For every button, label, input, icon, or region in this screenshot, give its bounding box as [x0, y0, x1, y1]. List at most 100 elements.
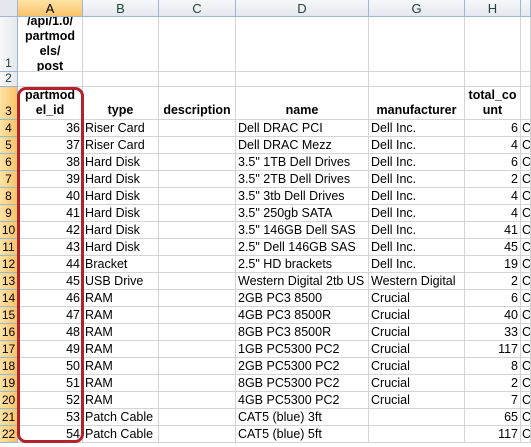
- row-header-16[interactable]: 16: [0, 324, 18, 341]
- cell-next-column[interactable]: C: [521, 222, 531, 239]
- cell-type[interactable]: Patch Cable: [83, 409, 159, 426]
- row-header-21[interactable]: 21: [0, 409, 18, 426]
- cell-manufacturer[interactable]: Crucial: [369, 375, 465, 392]
- cell-manufacturer[interactable]: Dell Inc.: [369, 154, 465, 171]
- cell-total-count[interactable]: 4: [465, 205, 521, 222]
- cell-type[interactable]: Hard Disk: [83, 222, 159, 239]
- cell-next-column[interactable]: C: [521, 324, 531, 341]
- cell-description[interactable]: [159, 273, 236, 290]
- cell-name[interactable]: 2GB PC5300 PC2: [236, 358, 369, 375]
- cell-next-column[interactable]: C: [521, 273, 531, 290]
- cell-partmodel-id[interactable]: 42: [18, 222, 83, 239]
- row-header-5[interactable]: 5: [0, 137, 18, 154]
- cell-total-count[interactable]: 33: [465, 324, 521, 341]
- row-header-2[interactable]: 2: [0, 71, 18, 87]
- column-header-g[interactable]: G: [369, 0, 465, 17]
- cell-partmodel-id[interactable]: 48: [18, 324, 83, 341]
- cell-name[interactable]: 3.5" 3tb Dell Drives: [236, 188, 369, 205]
- empty-cell[interactable]: [83, 17, 159, 72]
- cell-total-count[interactable]: 4: [465, 188, 521, 205]
- cell-manufacturer[interactable]: Dell Inc.: [369, 188, 465, 205]
- cell-name[interactable]: Dell DRAC PCI: [236, 120, 369, 137]
- cell-total-count[interactable]: 45: [465, 239, 521, 256]
- cell-name[interactable]: Dell DRAC Mezz: [236, 137, 369, 154]
- row-header-18[interactable]: 18: [0, 358, 18, 375]
- cell-type[interactable]: Hard Disk: [83, 239, 159, 256]
- row-header-13[interactable]: 13: [0, 273, 18, 290]
- cell-total-count[interactable]: 6: [465, 290, 521, 307]
- cell-type[interactable]: RAM: [83, 375, 159, 392]
- cell-description[interactable]: [159, 409, 236, 426]
- cell-total-count[interactable]: 6: [465, 120, 521, 137]
- cell-total-count[interactable]: 6: [465, 154, 521, 171]
- cell-description[interactable]: [159, 205, 236, 222]
- empty-cell[interactable]: [521, 17, 531, 72]
- cell-name[interactable]: 4GB PC3 8500R: [236, 307, 369, 324]
- column-header-h[interactable]: H: [465, 0, 521, 17]
- empty-cell[interactable]: [83, 72, 159, 87]
- cell-description[interactable]: [159, 324, 236, 341]
- cell-a1[interactable]: /api/1.0/partmod els/post: [18, 17, 83, 72]
- header-cell-c[interactable]: description: [159, 87, 236, 120]
- cell-name[interactable]: CAT5 (blue) 3ft: [236, 409, 369, 426]
- empty-cell[interactable]: [369, 72, 465, 87]
- cell-description[interactable]: [159, 341, 236, 358]
- cell-partmodel-id[interactable]: 53: [18, 409, 83, 426]
- cell-description[interactable]: [159, 426, 236, 443]
- cell-next-column[interactable]: C: [521, 120, 531, 137]
- cell-type[interactable]: RAM: [83, 341, 159, 358]
- cell-manufacturer[interactable]: Dell Inc.: [369, 222, 465, 239]
- cell-total-count[interactable]: 7: [465, 392, 521, 409]
- cell-total-count[interactable]: 40: [465, 307, 521, 324]
- cell-manufacturer[interactable]: [369, 409, 465, 426]
- cell-description[interactable]: [159, 307, 236, 324]
- row-header-14[interactable]: 14: [0, 290, 18, 307]
- cell-type[interactable]: RAM: [83, 290, 159, 307]
- cell-name[interactable]: 2.5" Dell 146GB SAS: [236, 239, 369, 256]
- cell-partmodel-id[interactable]: 41: [18, 205, 83, 222]
- cell-partmodel-id[interactable]: 39: [18, 171, 83, 188]
- cell-next-column[interactable]: C: [521, 188, 531, 205]
- cell-name[interactable]: CAT5 (blue) 5ft: [236, 426, 369, 443]
- cell-type[interactable]: RAM: [83, 307, 159, 324]
- cell-manufacturer[interactable]: Crucial: [369, 290, 465, 307]
- cell-partmodel-id[interactable]: 50: [18, 358, 83, 375]
- cell-partmodel-id[interactable]: 43: [18, 239, 83, 256]
- cell-manufacturer[interactable]: Crucial: [369, 341, 465, 358]
- cell-type[interactable]: Hard Disk: [83, 205, 159, 222]
- cell-description[interactable]: [159, 239, 236, 256]
- cell-partmodel-id[interactable]: 51: [18, 375, 83, 392]
- row-header-22[interactable]: 22: [0, 426, 18, 443]
- empty-cell[interactable]: [159, 17, 236, 72]
- header-cell-d[interactable]: name: [236, 87, 369, 120]
- cell-partmodel-id[interactable]: 36: [18, 120, 83, 137]
- cell-manufacturer[interactable]: Western Digital: [369, 273, 465, 290]
- cell-total-count[interactable]: 19: [465, 256, 521, 273]
- cell-partmodel-id[interactable]: 52: [18, 392, 83, 409]
- cell-total-count[interactable]: 65: [465, 409, 521, 426]
- cell-manufacturer[interactable]: Crucial: [369, 392, 465, 409]
- cell-description[interactable]: [159, 375, 236, 392]
- cell-next-column[interactable]: C: [521, 154, 531, 171]
- cell-next-column[interactable]: C: [521, 426, 531, 443]
- cell-name[interactable]: 3.5" 1TB Dell Drives: [236, 154, 369, 171]
- row-header-4[interactable]: 4: [0, 120, 18, 137]
- column-header-d[interactable]: D: [236, 0, 369, 17]
- cell-description[interactable]: [159, 256, 236, 273]
- cell-type[interactable]: RAM: [83, 392, 159, 409]
- cell-type[interactable]: USB Drive: [83, 273, 159, 290]
- cell-description[interactable]: [159, 120, 236, 137]
- cell-next-column[interactable]: C: [521, 239, 531, 256]
- cell-total-count[interactable]: 8: [465, 358, 521, 375]
- column-header-partial[interactable]: [521, 0, 531, 17]
- cell-partmodel-id[interactable]: 40: [18, 188, 83, 205]
- empty-cell[interactable]: [159, 72, 236, 87]
- cell-next-column[interactable]: C: [521, 256, 531, 273]
- cell-partmodel-id[interactable]: 47: [18, 307, 83, 324]
- header-cell-a[interactable]: partmod el_id: [18, 87, 83, 120]
- empty-cell[interactable]: [18, 72, 83, 87]
- cell-description[interactable]: [159, 188, 236, 205]
- cell-partmodel-id[interactable]: 49: [18, 341, 83, 358]
- cell-next-column[interactable]: C: [521, 137, 531, 154]
- cell-manufacturer[interactable]: Dell Inc.: [369, 239, 465, 256]
